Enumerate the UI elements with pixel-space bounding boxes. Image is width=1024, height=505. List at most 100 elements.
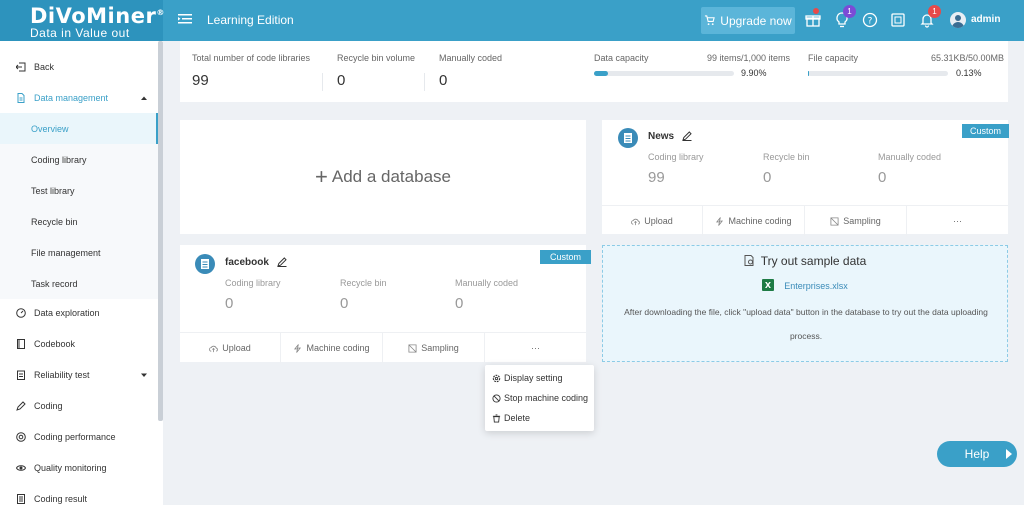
- username[interactable]: admin: [971, 14, 1000, 25]
- manually-coded-value: 0: [455, 295, 464, 312]
- file-capacity-value: 65.31KB/50.00MB: [930, 53, 1004, 63]
- sidebar-item-quality-monitoring[interactable]: Quality monitoring: [0, 452, 158, 483]
- screen-icon[interactable]: [890, 12, 906, 28]
- plus-icon: +: [315, 164, 328, 189]
- recycle-bin-value: 0: [340, 295, 349, 312]
- edit-icon[interactable]: [682, 131, 692, 141]
- manually-coded-value: 0: [878, 169, 887, 186]
- sidebar-item-coding[interactable]: Coding: [0, 390, 158, 421]
- recycle-bin-label: Recycle bin: [763, 152, 810, 162]
- stop-machine-coding-item[interactable]: Stop machine coding: [492, 391, 588, 405]
- gift-icon[interactable]: [805, 12, 821, 28]
- sidebar-item-data-management[interactable]: Data management: [0, 82, 158, 113]
- data-capacity-value: 99 items/1,000 items: [706, 53, 790, 63]
- sample-title: Try out sample data: [603, 254, 1007, 268]
- recycle-volume-label: Recycle bin volume: [337, 53, 416, 63]
- data-capacity-fill: [594, 71, 608, 76]
- divider: [322, 73, 323, 91]
- book-icon: [17, 338, 25, 349]
- sidebar-item-reliability-test[interactable]: Reliability test: [0, 359, 158, 390]
- lightning-icon: [294, 343, 302, 353]
- data-capacity-bar: [594, 71, 734, 76]
- document-icon: [17, 92, 25, 103]
- upgrade-button[interactable]: Upgrade now: [701, 7, 795, 34]
- sidebar-item-coding-result[interactable]: Coding result: [0, 483, 158, 505]
- database-icon: [618, 128, 638, 148]
- upload-button[interactable]: Upload: [602, 206, 703, 236]
- user-icon: [952, 15, 964, 28]
- sidebar-item-codebook[interactable]: Codebook: [0, 328, 158, 359]
- gear-icon: [492, 374, 501, 382]
- sampling-button[interactable]: Sampling: [805, 206, 907, 236]
- bell-badge: 1: [928, 5, 941, 18]
- cloud-upload-icon: [209, 345, 219, 352]
- sampling-button[interactable]: Sampling: [383, 333, 485, 363]
- more-dropdown-menu: Display setting Stop machine coding Dele…: [485, 365, 594, 431]
- edit-icon[interactable]: [277, 257, 287, 267]
- logo-text: DiVoMiner®: [30, 4, 165, 28]
- add-database-card[interactable]: + Add a database: [180, 120, 586, 234]
- sidebar-item-coding-library[interactable]: Coding library: [0, 144, 158, 175]
- machine-coding-button[interactable]: Machine coding: [703, 206, 805, 236]
- data-capacity-percent: 9.90%: [741, 68, 767, 78]
- chevron-up-icon: [141, 96, 147, 100]
- upload-button[interactable]: Upload: [180, 333, 281, 363]
- libraries-label: Total number of code libraries: [192, 53, 311, 63]
- custom-tag: Custom: [540, 250, 591, 264]
- libraries-value: 99: [192, 72, 209, 89]
- eye-icon: [16, 464, 26, 471]
- recycle-bin-value: 0: [763, 169, 772, 186]
- coding-library-value: 0: [225, 295, 234, 312]
- gauge-icon: [16, 307, 26, 318]
- database-title: facebook: [225, 257, 269, 268]
- sidebar-scrollbar[interactable]: [158, 41, 163, 421]
- file-capacity-label: File capacity: [808, 53, 859, 63]
- svg-text:X: X: [765, 281, 772, 290]
- back-icon: [16, 62, 26, 71]
- file-capacity-fill: [808, 71, 810, 76]
- logo[interactable]: DiVoMiner® Data in Value out: [0, 0, 165, 41]
- coding-library-value: 99: [648, 169, 665, 186]
- avatar[interactable]: [950, 12, 966, 28]
- menu-toggle-icon[interactable]: [178, 12, 192, 26]
- coding-library-label: Coding library: [648, 152, 704, 162]
- manually-coded-label: Manually coded: [878, 152, 942, 162]
- clipboard-icon: [17, 370, 25, 380]
- lightning-icon: [716, 216, 724, 226]
- report-icon: [17, 493, 25, 504]
- manually-coded-label: Manually coded: [439, 53, 503, 63]
- sidebar-item-test-library[interactable]: Test library: [0, 175, 158, 206]
- machine-coding-button[interactable]: Machine coding: [281, 333, 383, 363]
- sidebar: Back Data management Overview Coding lib…: [0, 41, 163, 505]
- display-setting-item[interactable]: Display setting: [492, 371, 563, 385]
- database-icon: [195, 254, 215, 274]
- help-circle-icon[interactable]: ?: [862, 12, 878, 28]
- logo-tagline: Data in Value out: [30, 26, 130, 40]
- delete-item[interactable]: Delete: [492, 411, 530, 425]
- gift-dot: [813, 8, 819, 14]
- data-capacity-label: Data capacity: [594, 53, 649, 63]
- top-header: DiVoMiner® Data in Value out Learning Ed…: [0, 0, 1024, 41]
- sidebar-item-back[interactable]: Back: [0, 51, 158, 82]
- coding-library-label: Coding library: [225, 278, 281, 288]
- sidebar-item-data-exploration[interactable]: Data exploration: [0, 297, 158, 328]
- file-capacity-bar: [808, 71, 948, 76]
- sample-data-panel: Try out sample data X Enterprises.xlsx Af…: [602, 245, 1008, 362]
- more-button[interactable]: ···: [485, 333, 586, 363]
- more-button[interactable]: ···: [907, 206, 1008, 236]
- card-actions: Upload Machine coding Sampling ···: [602, 205, 1008, 236]
- sidebar-item-file-management[interactable]: File management: [0, 237, 158, 268]
- crop-icon: [408, 343, 417, 353]
- manually-coded-label: Manually coded: [455, 278, 519, 288]
- divider: [424, 73, 425, 91]
- card-actions: Upload Machine coding Sampling ···: [180, 332, 586, 363]
- file-capacity-percent: 0.13%: [956, 68, 982, 78]
- sample-file-link[interactable]: X Enterprises.xlsx: [603, 279, 1007, 291]
- sidebar-item-recycle-bin[interactable]: Recycle bin: [0, 206, 158, 237]
- sidebar-item-overview[interactable]: Overview: [0, 113, 158, 144]
- sidebar-item-task-record[interactable]: Task record: [0, 268, 158, 299]
- trash-icon: [492, 413, 501, 423]
- sidebar-item-coding-performance[interactable]: Coding performance: [0, 421, 158, 452]
- help-button[interactable]: Help: [937, 441, 1017, 467]
- cart-icon: [705, 15, 716, 26]
